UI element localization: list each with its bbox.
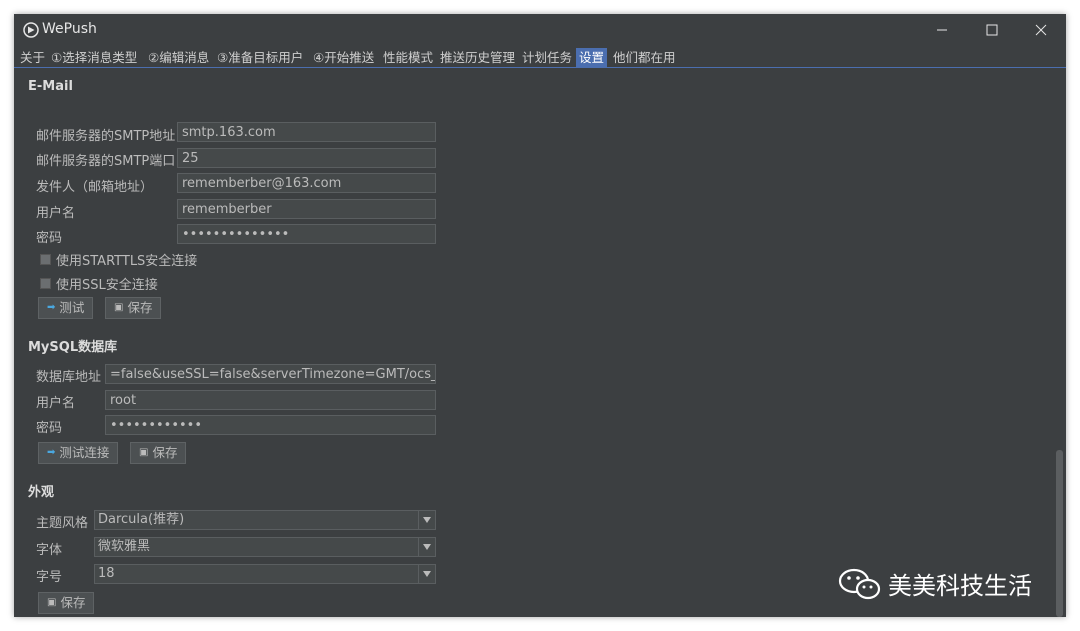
tab-select-message-type[interactable]: ①选择消息类型	[48, 48, 140, 67]
db-username-label: 用户名	[36, 396, 76, 411]
close-icon	[1035, 24, 1047, 36]
dropdown-arrow-icon	[418, 511, 435, 529]
appearance-save-button[interactable]: ▣ 保存	[38, 592, 95, 614]
email-username-input[interactable]: rememberber	[177, 199, 436, 219]
tab-who-uses[interactable]: 他们都在用	[610, 48, 679, 67]
minimize-icon	[937, 29, 947, 31]
db-save-label: 保存	[152, 445, 178, 460]
db-url-input[interactable]: =false&useSSL=false&serverTimezone=GMT/o…	[105, 364, 436, 384]
tab-start-push[interactable]: ④开始推送	[310, 48, 377, 67]
email-save-button[interactable]: ▣ 保存	[105, 297, 162, 319]
tab-about[interactable]: 关于	[17, 48, 48, 67]
font-size-value: 18	[98, 566, 115, 581]
vertical-scrollbar[interactable]	[1054, 68, 1066, 617]
checkbox-box-icon	[40, 254, 51, 265]
save-icon: ▣	[114, 302, 124, 313]
theme-value: Darcula(推荐)	[98, 512, 185, 527]
tab-bar: 关于 ①选择消息类型 ②编辑消息 ③准备目标用户 ④开始推送 性能模式 推送历史…	[14, 47, 1066, 68]
tab-push-history[interactable]: 推送历史管理	[437, 48, 518, 67]
tab-edit-message[interactable]: ②编辑消息	[145, 48, 212, 67]
db-username-input[interactable]: root	[105, 390, 436, 410]
tab-scheduled-tasks[interactable]: 计划任务	[519, 48, 575, 67]
appearance-save-label: 保存	[60, 595, 86, 610]
db-test-label: 测试连接	[59, 445, 110, 460]
theme-select[interactable]: Darcula(推荐)	[94, 510, 436, 530]
save-icon: ▣	[47, 597, 57, 608]
maximize-icon	[986, 24, 998, 36]
starttls-checkbox[interactable]: 使用STARTTLS安全连接	[40, 250, 197, 269]
smtp-host-input[interactable]: smtp.163.com	[177, 122, 436, 142]
smtp-port-input[interactable]: 25	[177, 148, 436, 168]
checkbox-box-icon	[40, 278, 51, 289]
maximize-button[interactable]	[969, 14, 1015, 46]
font-label: 字体	[36, 543, 63, 558]
theme-label: 主题风格	[36, 516, 89, 531]
font-select[interactable]: 微软雅黑	[94, 537, 436, 557]
dropdown-arrow-icon	[418, 565, 435, 583]
sender-label: 发件人（邮箱地址）	[36, 180, 154, 195]
close-button[interactable]	[1018, 14, 1064, 46]
sender-input[interactable]: rememberber@163.com	[177, 173, 436, 193]
email-password-input[interactable]: ••••••••••••••	[177, 224, 436, 244]
db-password-label: 密码	[36, 421, 63, 436]
settings-panel: E-Mail 邮件服务器的SMTP地址 smtp.163.com 邮件服务器的S…	[14, 68, 1054, 617]
tab-settings[interactable]: 设置	[576, 48, 608, 67]
watermark-text: 美美科技生活	[888, 572, 1032, 600]
email-test-label: 测试	[59, 300, 85, 315]
window-title: WePush	[42, 21, 97, 37]
appearance-section-title: 外观	[28, 485, 55, 500]
arrow-right-icon: ➡	[47, 447, 56, 458]
wechat-watermark: 美美科技生活	[838, 566, 1032, 601]
font-value: 微软雅黑	[98, 539, 151, 554]
email-username-label: 用户名	[36, 206, 76, 221]
scrollbar-thumb[interactable]	[1056, 450, 1063, 617]
smtp-host-label: 邮件服务器的SMTP地址	[36, 129, 176, 144]
minimize-button[interactable]	[919, 14, 965, 46]
dropdown-arrow-icon	[418, 538, 435, 556]
font-size-select[interactable]: 18	[94, 564, 436, 584]
db-save-button[interactable]: ▣ 保存	[130, 442, 187, 464]
app-window: WePush 关于 ①选择消息类型 ②编辑消息 ③准备目标用户 ④开始推送 性能…	[14, 14, 1066, 617]
save-icon: ▣	[139, 447, 149, 458]
ssl-label: 使用SSL安全连接	[56, 278, 158, 293]
ssl-checkbox[interactable]: 使用SSL安全连接	[40, 274, 158, 293]
starttls-label: 使用STARTTLS安全连接	[56, 254, 198, 269]
title-bar: WePush	[14, 14, 1066, 46]
email-test-button[interactable]: ➡ 测试	[38, 297, 94, 319]
arrow-right-icon: ➡	[47, 302, 56, 313]
app-logo-icon	[23, 22, 39, 38]
tab-prepare-users[interactable]: ③准备目标用户	[214, 48, 306, 67]
smtp-port-label: 邮件服务器的SMTP端口	[36, 154, 176, 169]
email-save-label: 保存	[127, 300, 153, 315]
db-password-input[interactable]: ••••••••••••	[105, 415, 436, 435]
email-password-label: 密码	[36, 231, 63, 246]
db-url-label: 数据库地址	[36, 370, 102, 385]
wechat-icon	[838, 568, 881, 599]
mysql-section-title: MySQL数据库	[28, 340, 118, 355]
font-size-label: 字号	[36, 570, 63, 585]
email-section-title: E-Mail	[28, 79, 73, 94]
db-test-connection-button[interactable]: ➡ 测试连接	[38, 442, 119, 464]
tab-performance-mode[interactable]: 性能模式	[380, 48, 436, 67]
